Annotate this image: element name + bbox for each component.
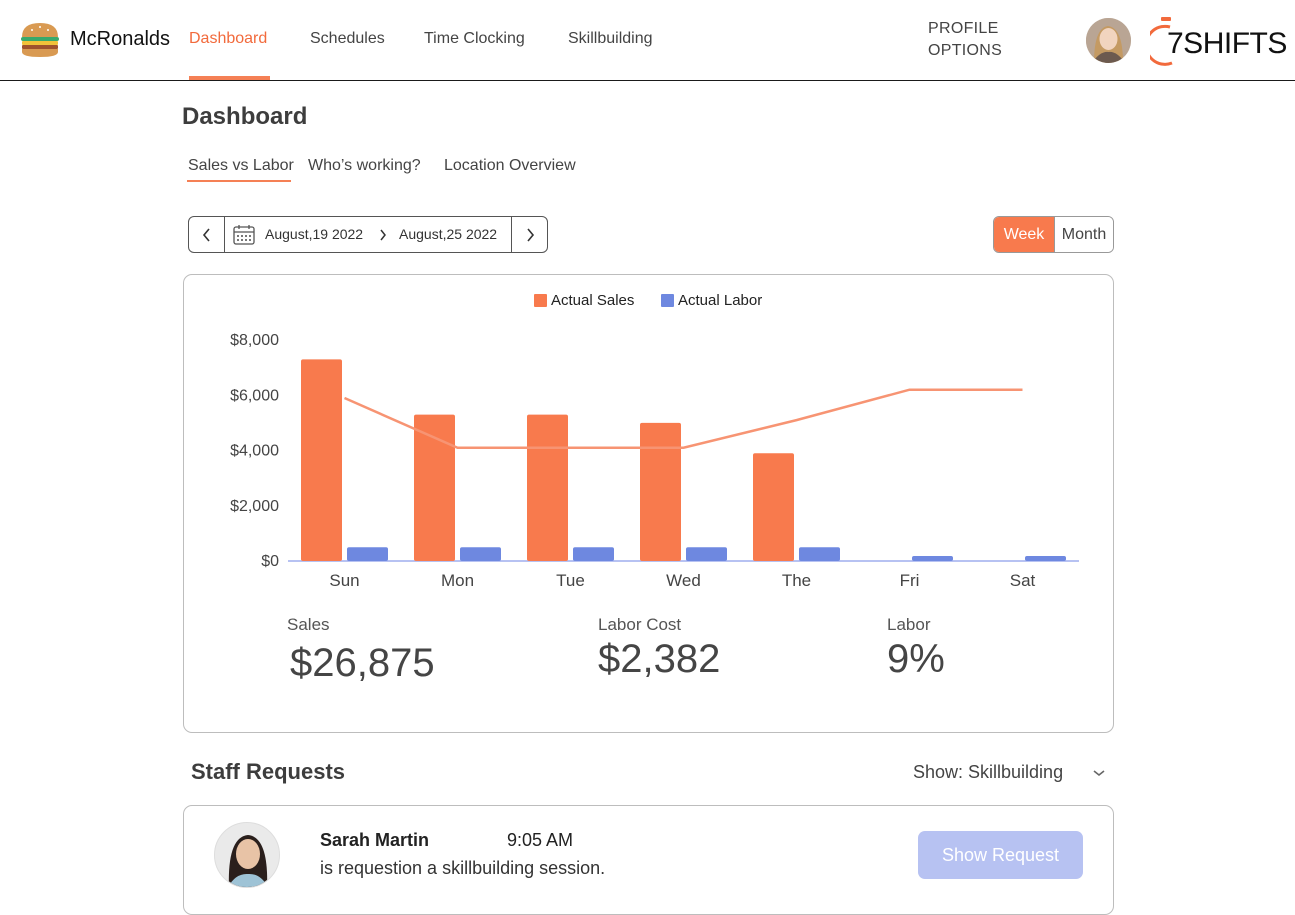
user-avatar-icon [1086,18,1131,63]
x-tick-label-wed: Wed [666,571,701,590]
labor-bar-sat [1025,556,1066,561]
labor-bar-mon [460,547,501,561]
labor-bar-sun [347,547,388,561]
date-range-end[interactable]: August,25 2022 [399,226,497,242]
page-title: Dashboard [182,103,308,130]
y-tick-label: $2,000 [230,498,279,515]
x-tick-label-mon: Mon [441,571,474,590]
labor-bar-wed [686,547,727,561]
sales-vs-labor-card: $0 $2,000 $4,000 $6,000 $8,000 Sun Mon Tue Wed Th… [183,274,1114,733]
7shifts-logo-text: 7SHIFTS [1167,27,1287,60]
active-nav-indicator [189,76,270,80]
x-tick-label-sun: Sun [329,571,359,590]
previous-week-button[interactable] [189,217,225,252]
x-tick-label-sat: Sat [1010,571,1036,590]
y-tick-label: $0 [261,553,279,570]
requester-name: Sarah Martin [320,830,430,850]
stat-sales-value: $26,875 [290,641,435,685]
top-navigation-bar: McRonalds Dashboard Schedules Time Clock… [0,0,1295,81]
legend-swatch-1 [661,294,674,307]
stat-labor-value: 9% [887,637,945,681]
brand-name[interactable]: McRonalds [70,28,170,51]
request-time: 9:05 AM [507,830,574,850]
next-week-button[interactable] [511,217,547,252]
tab-sales-vs-labor[interactable]: Sales vs Labor [188,157,294,175]
sales-labor-chart: $0 $2,000 $4,000 $6,000 $8,000 Sun Mon Tue Wed Th… [230,292,1079,590]
legend-label-0: Actual Sales [551,292,634,309]
staff-requests-filter-dropdown[interactable]: Show: Skillbuilding [913,762,1063,783]
request-message: is requestion a skillbuilding session. [320,858,606,878]
x-tick-label-tue: Tue [556,571,585,590]
requester-avatar [214,822,280,888]
week-toggle-button[interactable]: Week [994,217,1054,252]
labor-bar-tue [573,547,614,561]
nav-time-clocking[interactable]: Time Clocking [424,30,525,48]
y-tick-label: $8,000 [230,332,279,349]
staff-request-item: Sarah Martin 9:05 AM is requestion a ski… [183,805,1114,915]
tab-location-overview[interactable]: Location Overview [444,157,576,175]
stat-sales-label: Sales [287,615,330,634]
legend-swatch-0 [534,294,547,307]
month-toggle-button[interactable]: Month [1053,217,1113,252]
calendar-icon[interactable] [233,224,255,246]
chevron-left-icon [202,227,210,242]
y-tick-label: $4,000 [230,443,279,460]
profile-options-line1: PROFILE [928,20,999,37]
profile-options-link[interactable]: PROFILE OPTIONS [928,18,1002,62]
show-request-button[interactable]: Show Request [918,831,1083,879]
x-tick-label-fri: Fri [900,571,920,590]
nav-dashboard[interactable]: Dashboard [189,30,267,48]
staff-requests-title: Staff Requests [191,759,346,784]
period-toggle: Week Month [993,216,1114,253]
sales-bar-wed [640,422,681,561]
nav-skillbuilding[interactable]: Skillbuilding [568,30,653,48]
requester-avatar-icon [215,823,279,887]
stat-labor-cost-value: $2,382 [598,637,721,681]
stat-labor-cost-label: Labor Cost [598,615,682,634]
labor-bar-the [799,547,840,561]
legend-label-1: Actual Labor [678,292,762,309]
profile-options-line2: OPTIONS [928,42,1003,59]
sales-bar-sun [301,359,342,561]
active-subtab-indicator [187,180,291,182]
nav-schedules[interactable]: Schedules [310,30,385,48]
date-range-start[interactable]: August,19 2022 [265,226,363,242]
sales-bar-tue [527,414,568,561]
chevron-right-icon [526,227,534,242]
labor-bar-fri [912,556,953,561]
tab-whos-working[interactable]: Who’s working? [308,157,421,175]
stat-labor-label: Labor [887,615,931,634]
user-avatar[interactable] [1086,18,1131,63]
x-tick-label-the: The [782,571,811,590]
date-range-picker: August,19 2022 August,25 2022 [188,216,548,253]
burger-icon [21,23,59,57]
chevron-right-separator-icon [380,229,386,241]
chevron-down-icon[interactable] [1092,768,1106,778]
sales-bar-the [753,453,794,561]
y-tick-label: $6,000 [230,387,279,404]
